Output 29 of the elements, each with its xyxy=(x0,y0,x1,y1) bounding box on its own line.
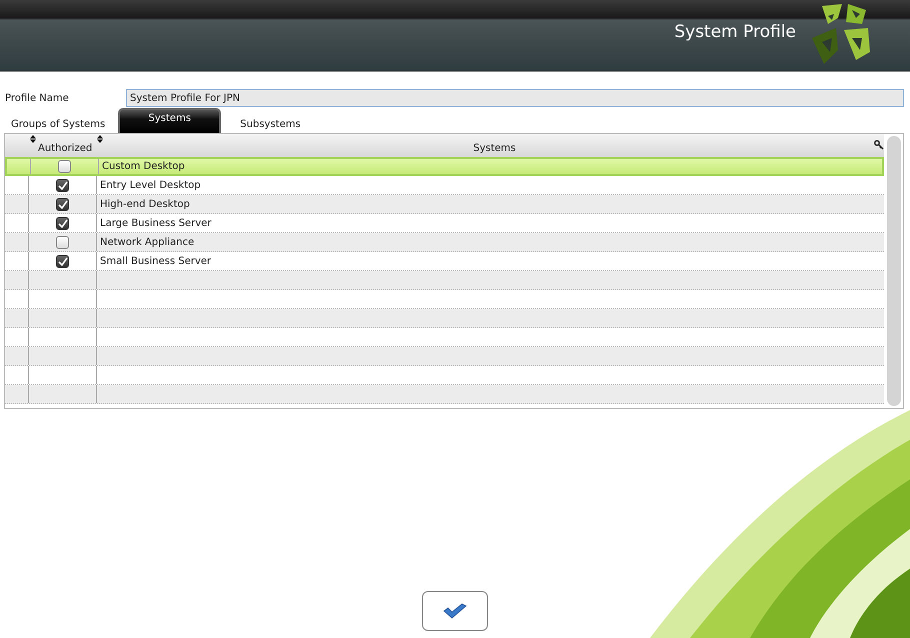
confirm-button[interactable] xyxy=(422,591,488,631)
checkbox[interactable] xyxy=(56,216,69,230)
key-icon[interactable] xyxy=(874,140,884,150)
column-header[interactable]: Systems xyxy=(95,134,884,157)
field-label: Profile Name xyxy=(5,92,70,104)
tab[interactable]: Groups of Systems xyxy=(6,115,110,133)
window-title: System Profile xyxy=(674,22,796,42)
checkmark-icon xyxy=(443,603,467,619)
table-cell: High-end Desktop xyxy=(100,198,190,210)
scrollbar[interactable] xyxy=(887,136,901,406)
table-cell: Custom Desktop xyxy=(102,161,185,172)
sort-icon[interactable] xyxy=(97,135,103,143)
table-row[interactable]: High-end Desktop xyxy=(5,195,884,214)
checkbox[interactable] xyxy=(56,236,69,248)
checkbox[interactable] xyxy=(56,254,69,268)
profile-name-field[interactable]: System Profile For JPN xyxy=(126,89,904,107)
table-cell: Small Business Server xyxy=(100,256,212,266)
table-row[interactable]: Custom Desktop xyxy=(5,157,884,176)
sort-icon[interactable] xyxy=(30,135,36,143)
tab[interactable]: Subsystems xyxy=(235,115,306,133)
table-cell: Network Appliance xyxy=(100,236,194,248)
table-row[interactable]: Network Appliance xyxy=(5,233,884,252)
tab[interactable]: Systems xyxy=(118,108,222,133)
checkbox[interactable] xyxy=(56,178,69,192)
table-cell: Entry Level Desktop xyxy=(100,180,201,190)
column-header[interactable]: Authorized xyxy=(28,134,95,157)
checkbox[interactable] xyxy=(58,160,71,173)
table-cell: Large Business Server xyxy=(100,218,212,228)
checkbox[interactable] xyxy=(56,198,69,210)
